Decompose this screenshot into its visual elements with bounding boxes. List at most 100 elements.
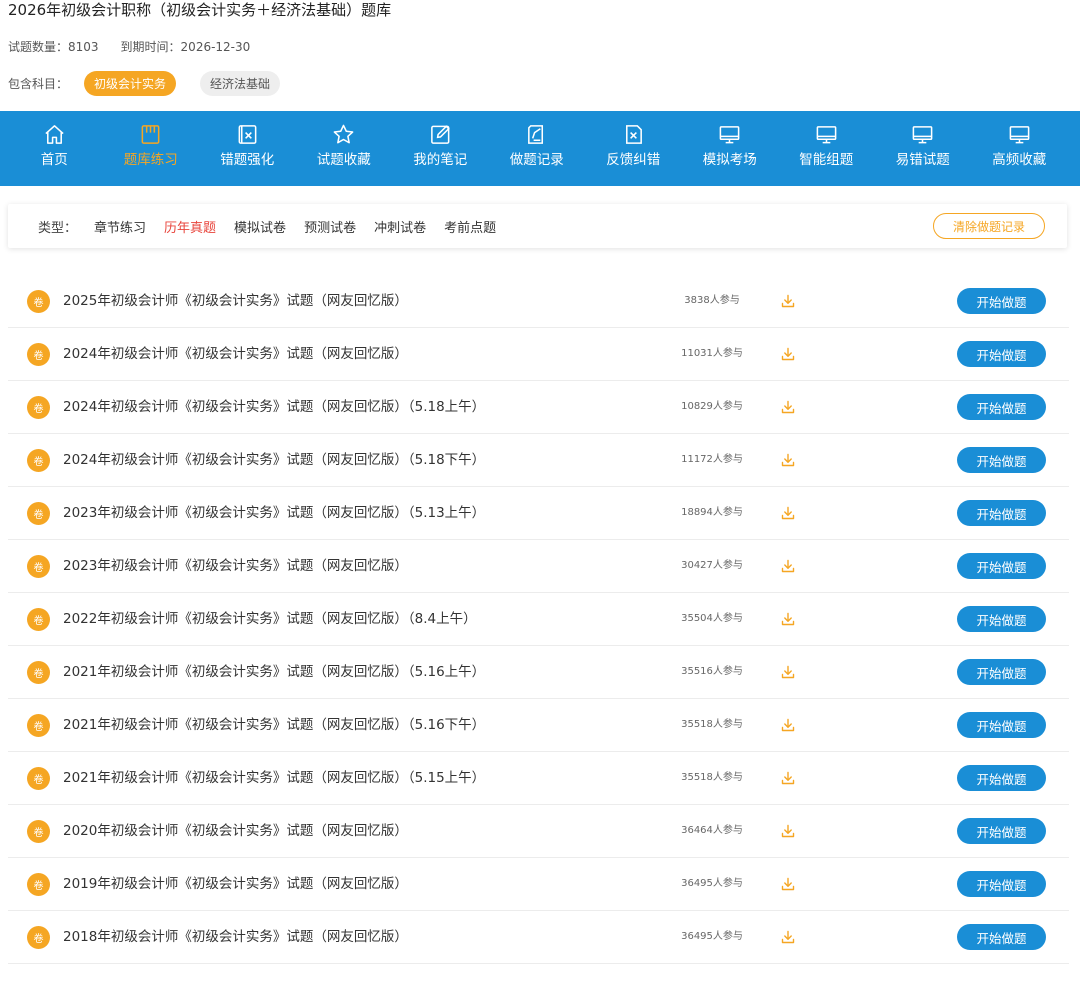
nav-label: 易错试题: [895, 152, 950, 168]
table-row: 卷 2021年初级会计师《初级会计实务》试题（网友回忆版）（5.16下午） 3551…: [8, 699, 1069, 752]
subject-chip-law[interactable]: 经济法基础: [200, 70, 281, 96]
filter-option-pre-exam-tips[interactable]: 考前点题: [444, 217, 496, 236]
paper-title[interactable]: 2023年初级会计师《初级会计实务》试题（网友回忆版）: [63, 556, 408, 576]
start-practice-button[interactable]: 开始做题: [957, 553, 1046, 579]
paper-badge: 卷: [27, 926, 50, 949]
start-practice-button[interactable]: 开始做题: [957, 500, 1046, 526]
filter-bar: 类型： 章节练习 历年真题 模拟试卷 预测试卷 冲刺试卷 考前点题 清除做题记录: [8, 204, 1067, 248]
start-practice-button[interactable]: 开始做题: [957, 447, 1046, 473]
download-icon[interactable]: [780, 876, 796, 892]
paper-badge: 卷: [27, 714, 50, 737]
download-icon[interactable]: [780, 770, 796, 786]
start-practice-button[interactable]: 开始做题: [957, 341, 1046, 367]
start-practice-button[interactable]: 开始做题: [957, 712, 1046, 738]
paper-title[interactable]: 2021年初级会计师《初级会计实务》试题（网友回忆版）（5.16下午）: [63, 715, 485, 735]
participant-count: 36464人参与: [681, 825, 743, 836]
participant-count: 3838人参与: [684, 295, 740, 306]
subjects-row: 包含科目： 初级会计实务 经济法基础: [8, 70, 281, 96]
expiry-date: 到期时间：2026-12-30: [120, 40, 251, 54]
paper-badge: 卷: [27, 343, 50, 366]
start-practice-button[interactable]: 开始做题: [957, 288, 1046, 314]
nav-item-notes[interactable]: 我的笔记: [392, 111, 489, 186]
download-icon[interactable]: [780, 823, 796, 839]
download-icon[interactable]: [780, 452, 796, 468]
paper-title[interactable]: 2025年初级会计师《初级会计实务》试题（网友回忆版）: [63, 291, 408, 311]
download-icon[interactable]: [780, 505, 796, 521]
download-icon[interactable]: [780, 929, 796, 945]
start-practice-button[interactable]: 开始做题: [957, 606, 1046, 632]
participant-count: 35504人参与: [681, 613, 743, 624]
paper-title[interactable]: 2018年初级会计师《初级会计实务》试题（网友回忆版）: [63, 927, 408, 947]
nav-item-records[interactable]: 做题记录: [489, 111, 586, 186]
download-icon[interactable]: [780, 293, 796, 309]
nav-item-home[interactable]: 首页: [6, 111, 103, 186]
participant-count: 36495人参与: [681, 878, 743, 889]
paper-badge: 卷: [27, 767, 50, 790]
download-icon[interactable]: [780, 399, 796, 415]
nav-item-feedback[interactable]: 反馈纠错: [585, 111, 682, 186]
paper-badge: 卷: [27, 661, 50, 684]
start-practice-button[interactable]: 开始做题: [957, 394, 1046, 420]
participant-count: 35518人参与: [681, 719, 743, 730]
paper-title[interactable]: 2024年初级会计师《初级会计实务》试题（网友回忆版）（5.18下午）: [63, 450, 485, 470]
paper-title[interactable]: 2019年初级会计师《初级会计实务》试题（网友回忆版）: [63, 874, 408, 894]
download-icon[interactable]: [780, 346, 796, 362]
nav-item-high-frequency[interactable]: 高频收藏: [971, 111, 1068, 186]
monitor-icon: [911, 122, 935, 146]
edit-icon: [428, 122, 452, 146]
download-icon[interactable]: [780, 664, 796, 680]
nav-item-favorites[interactable]: 试题收藏: [296, 111, 393, 186]
question-count: 试题数量：8103: [8, 40, 99, 54]
nav-item-wrong[interactable]: 错题强化: [199, 111, 296, 186]
start-practice-button[interactable]: 开始做题: [957, 659, 1046, 685]
filter-option-forecast-papers[interactable]: 预测试卷: [304, 217, 356, 236]
page-title: 2026年初级会计职称（初级会计实务＋经济法基础）题库: [8, 1, 392, 19]
nav-label: 题库练习: [123, 152, 178, 168]
main-navbar: 首页 题库练习 错题强化 试题收藏 我的笔记 做题记录 反馈纠错 模拟考场 智能…: [0, 111, 1080, 186]
participant-count: 11172人参与: [681, 454, 743, 465]
table-row: 卷 2023年初级会计师《初级会计实务》试题（网友回忆版）（5.13上午） 1889…: [8, 487, 1069, 540]
paper-title[interactable]: 2022年初级会计师《初级会计实务》试题（网友回忆版）（8.4上午）: [63, 609, 477, 629]
participant-count: 35516人参与: [681, 666, 743, 677]
start-practice-button[interactable]: 开始做题: [957, 871, 1046, 897]
paper-badge: 卷: [27, 449, 50, 472]
paper-title[interactable]: 2023年初级会计师《初级会计实务》试题（网友回忆版）（5.13上午）: [63, 503, 485, 523]
table-row: 卷 2024年初级会计师《初级会计实务》试题（网友回忆版）（5.18下午） 1117…: [8, 434, 1069, 487]
star-icon: [332, 122, 356, 146]
paper-title[interactable]: 2020年初级会计师《初级会计实务》试题（网友回忆版）: [63, 821, 408, 841]
filter-option-sprint-papers[interactable]: 冲刺试卷: [374, 217, 426, 236]
subject-chip-accounting[interactable]: 初级会计实务: [84, 70, 177, 96]
nav-item-error-prone[interactable]: 易错试题: [875, 111, 972, 186]
participant-count: 18894人参与: [681, 507, 743, 518]
filter-option-mock-papers[interactable]: 模拟试卷: [234, 217, 286, 236]
table-row: 卷 2024年初级会计师《初级会计实务》试题（网友回忆版）（5.18上午） 1082…: [8, 381, 1069, 434]
start-practice-button[interactable]: 开始做题: [957, 818, 1046, 844]
paper-title[interactable]: 2021年初级会计师《初级会计实务》试题（网友回忆版）（5.15上午）: [63, 768, 485, 788]
download-icon[interactable]: [780, 611, 796, 627]
participant-count: 36495人参与: [681, 931, 743, 942]
nav-label: 高频收藏: [992, 152, 1047, 168]
download-icon[interactable]: [780, 558, 796, 574]
download-icon[interactable]: [780, 717, 796, 733]
nav-item-practice[interactable]: 题库练习: [103, 111, 200, 186]
paper-title[interactable]: 2024年初级会计师《初级会计实务》试题（网友回忆版）（5.18上午）: [63, 397, 485, 417]
paper-badge: 卷: [27, 873, 50, 896]
nav-item-mock-exam[interactable]: 模拟考场: [682, 111, 779, 186]
subjects-label: 包含科目：: [8, 76, 69, 91]
start-practice-button[interactable]: 开始做题: [957, 924, 1046, 950]
start-practice-button[interactable]: 开始做题: [957, 765, 1046, 791]
paper-title[interactable]: 2021年初级会计师《初级会计实务》试题（网友回忆版）（5.16上午）: [63, 662, 485, 682]
table-row: 卷 2022年初级会计师《初级会计实务》试题（网友回忆版）（8.4上午） 35504…: [8, 593, 1069, 646]
nav-item-smart-quiz[interactable]: 智能组题: [778, 111, 875, 186]
filter-option-past-exams[interactable]: 历年真题: [164, 217, 216, 236]
filter-option-chapter[interactable]: 章节练习: [94, 217, 146, 236]
filter-label: 类型：: [38, 220, 78, 236]
participant-count: 30427人参与: [681, 560, 743, 571]
clear-records-button[interactable]: 清除做题记录: [933, 213, 1045, 239]
paper-badge: 卷: [27, 608, 50, 631]
table-row: 卷 2021年初级会计师《初级会计实务》试题（网友回忆版）（5.16上午） 3551…: [8, 646, 1069, 699]
feedback-icon: [621, 122, 645, 146]
participant-count: 11031人参与: [681, 348, 743, 359]
nav-label: 首页: [40, 152, 68, 168]
paper-title[interactable]: 2024年初级会计师《初级会计实务》试题（网友回忆版）: [63, 344, 408, 364]
